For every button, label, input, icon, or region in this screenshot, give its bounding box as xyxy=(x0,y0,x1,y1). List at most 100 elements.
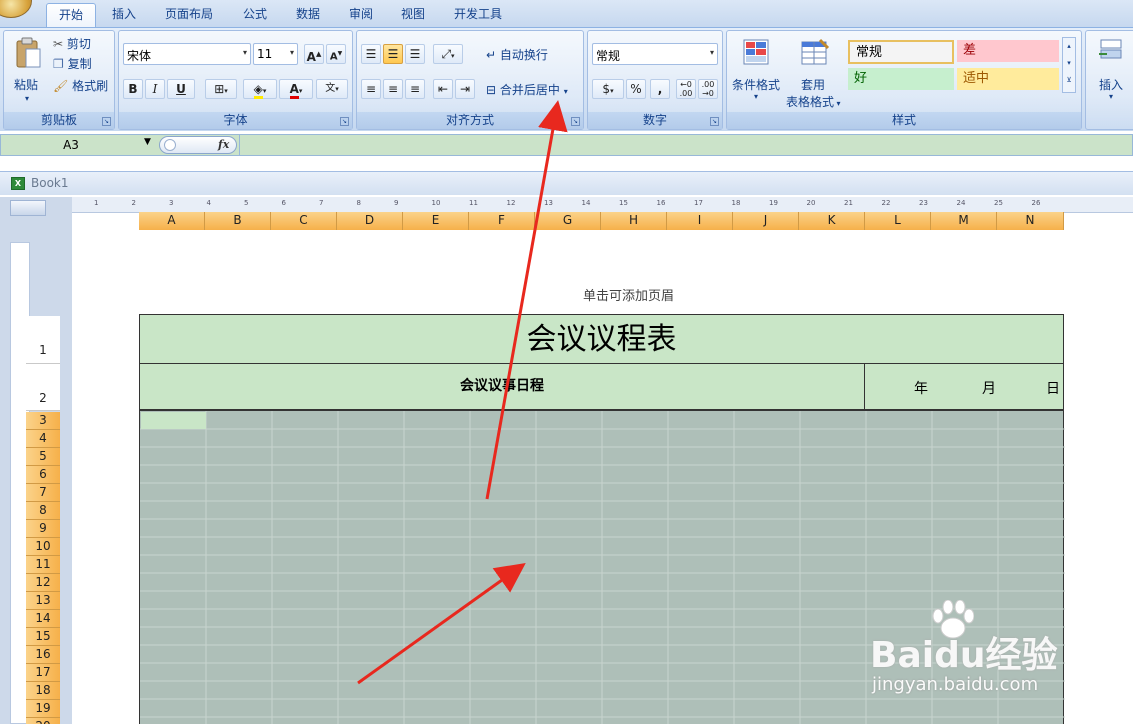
column-header-h[interactable]: H xyxy=(601,212,667,230)
alignment-dialog-launcher[interactable]: ↘ xyxy=(571,117,580,126)
font-size-combo[interactable]: 11 ▾ xyxy=(253,43,298,65)
column-header-k[interactable]: K xyxy=(799,212,865,230)
row-header-5[interactable]: 5 xyxy=(26,448,60,466)
font-dialog-launcher[interactable]: ↘ xyxy=(340,117,349,126)
increase-decimal-button[interactable]: ←0.00 xyxy=(676,79,696,99)
cut-button[interactable]: ✂ 剪切 xyxy=(52,35,92,53)
column-header-a[interactable]: A xyxy=(139,212,205,230)
row-header-7[interactable]: 7 xyxy=(26,484,60,502)
align-left-button[interactable]: ≡ xyxy=(361,79,381,99)
tab-developer[interactable]: 开发工具 xyxy=(446,3,510,27)
year-label[interactable]: 年 xyxy=(914,378,928,398)
tab-view[interactable]: 视图 xyxy=(390,3,436,27)
style-neutral[interactable]: 适中 xyxy=(957,68,1059,90)
borders-button[interactable]: ⊞▾ xyxy=(205,79,237,99)
merge-center-button[interactable]: ⊟ 合并后居中 ▾ xyxy=(485,80,569,100)
row-header-16[interactable]: 16 xyxy=(26,646,60,664)
format-painter-button[interactable]: 🖌 格式刷 xyxy=(52,77,109,95)
column-header-l[interactable]: L xyxy=(865,212,931,230)
column-header-c[interactable]: C xyxy=(271,212,337,230)
column-header-j[interactable]: J xyxy=(733,212,799,230)
select-all-corner[interactable] xyxy=(10,200,46,216)
format-as-table-button[interactable]: 套用 表格格式 ▾ xyxy=(785,33,843,109)
italic-button[interactable]: I xyxy=(145,79,165,99)
paste-button[interactable]: 粘贴 ▾ xyxy=(7,33,47,107)
agenda-label-cell[interactable]: 会议议事日程 xyxy=(140,364,865,409)
office-button[interactable] xyxy=(0,0,32,18)
font-name-combo[interactable]: 宋体 ▾ xyxy=(123,43,251,65)
insert-cells-button[interactable]: 插入 ▾ xyxy=(1088,33,1132,107)
row-header-19[interactable]: 19 xyxy=(26,700,60,718)
style-bad[interactable]: 差 xyxy=(957,40,1059,62)
row-header-20[interactable]: 20 xyxy=(26,718,60,724)
column-header-e[interactable]: E xyxy=(403,212,469,230)
copy-button[interactable]: ❐ 复制 xyxy=(52,55,93,73)
formula-input[interactable] xyxy=(239,135,1132,155)
column-header-m[interactable]: M xyxy=(931,212,997,230)
row-header-6[interactable]: 6 xyxy=(26,466,60,484)
row-header-13[interactable]: 13 xyxy=(26,592,60,610)
tab-data[interactable]: 数据 xyxy=(285,3,331,27)
chevron-down-icon[interactable]: ▼ xyxy=(144,137,151,147)
month-label[interactable]: 月 xyxy=(982,378,996,398)
number-dialog-launcher[interactable]: ↘ xyxy=(710,117,719,126)
row-header-15[interactable]: 15 xyxy=(26,628,60,646)
row-header-4[interactable]: 4 xyxy=(26,430,60,448)
row-header-3[interactable]: 3 xyxy=(26,412,60,430)
align-middle-button[interactable]: ☰ xyxy=(383,44,403,64)
underline-button[interactable]: U xyxy=(167,79,195,99)
phonetic-button[interactable]: 文▾ xyxy=(316,79,348,99)
fill-color-button[interactable]: ◈▾ xyxy=(243,79,277,99)
tab-page-layout[interactable]: 页面布局 xyxy=(157,3,221,27)
shrink-font-button[interactable]: A▼ xyxy=(326,44,346,64)
align-bottom-button[interactable]: ☰ xyxy=(405,44,425,64)
column-header-f[interactable]: F xyxy=(469,212,535,230)
clipboard-dialog-launcher[interactable]: ↘ xyxy=(102,117,111,126)
tab-insert[interactable]: 插入 xyxy=(101,3,147,27)
row-header-8[interactable]: 8 xyxy=(26,502,60,520)
sheet-title-cell[interactable]: 会议议程表 xyxy=(139,314,1064,364)
row-header-17[interactable]: 17 xyxy=(26,664,60,682)
align-top-button[interactable]: ☰ xyxy=(361,44,381,64)
page-header-hint[interactable]: 单击可添加页眉 xyxy=(583,285,674,304)
column-header-d[interactable]: D xyxy=(337,212,403,230)
column-header-b[interactable]: B xyxy=(205,212,271,230)
currency-button[interactable]: $▾ xyxy=(592,79,624,99)
align-center-button[interactable]: ≡ xyxy=(383,79,403,99)
column-header-n[interactable]: N xyxy=(997,212,1064,230)
tab-review[interactable]: 审阅 xyxy=(338,3,384,27)
row-header-2[interactable]: 2 xyxy=(26,364,60,411)
bold-button[interactable]: B xyxy=(123,79,143,99)
insert-function-button[interactable]: fx xyxy=(218,138,229,151)
watermark-url: jingyan.baidu.com xyxy=(872,674,1039,695)
row-header-1[interactable]: 1 xyxy=(26,316,60,364)
orientation-button[interactable]: ⤢▾ xyxy=(433,44,463,64)
font-color-button[interactable]: A▾ xyxy=(279,79,313,99)
decrease-decimal-button[interactable]: .00 →0 xyxy=(698,79,718,99)
wrap-text-button[interactable]: ↵ 自动换行 xyxy=(485,45,549,65)
conditional-formatting-button[interactable]: 条件格式 ▾ xyxy=(729,33,785,107)
row-header-18[interactable]: 18 xyxy=(26,682,60,700)
row-header-11[interactable]: 11 xyxy=(26,556,60,574)
decrease-indent-button[interactable]: ⇤ xyxy=(433,79,453,99)
number-format-combo[interactable]: 常规 ▾ xyxy=(592,43,718,65)
align-right-button[interactable]: ≡ xyxy=(405,79,425,99)
row-header-14[interactable]: 14 xyxy=(26,610,60,628)
comma-button[interactable]: , xyxy=(650,79,670,99)
styles-gallery-scroll[interactable]: ▴ ▾ ⊻ xyxy=(1062,37,1076,93)
column-header-i[interactable]: I xyxy=(667,212,733,230)
tab-home[interactable]: 开始 xyxy=(46,3,96,27)
increase-indent-button[interactable]: ⇥ xyxy=(455,79,475,99)
grow-font-button[interactable]: A▲ xyxy=(304,44,324,64)
style-normal[interactable]: 常规 xyxy=(848,40,954,64)
row-header-12[interactable]: 12 xyxy=(26,574,60,592)
row-header-10[interactable]: 10 xyxy=(26,538,60,556)
name-box[interactable]: A3 xyxy=(1,135,141,155)
row-header-9[interactable]: 9 xyxy=(26,520,60,538)
percent-button[interactable]: % xyxy=(626,79,646,99)
style-good[interactable]: 好 xyxy=(848,68,954,90)
day-label[interactable]: 日 xyxy=(1046,378,1060,398)
active-cell-a3[interactable] xyxy=(141,412,206,429)
column-header-g[interactable]: G xyxy=(535,212,601,230)
tab-formulas[interactable]: 公式 xyxy=(232,3,278,27)
